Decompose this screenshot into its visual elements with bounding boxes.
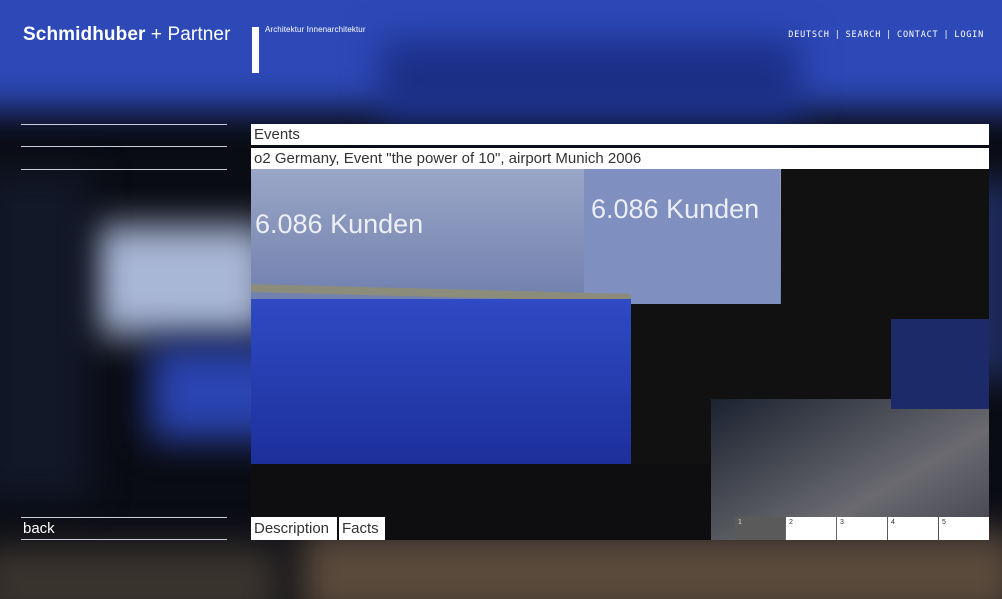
- nav-separator: |: [834, 30, 841, 40]
- logo-partner: Partner: [167, 24, 231, 45]
- tab-facts[interactable]: Facts: [339, 517, 385, 540]
- nav-deutsch[interactable]: DEUTSCH: [788, 30, 829, 40]
- screen-graphic: [584, 169, 780, 304]
- blue-cube-graphic: [251, 299, 631, 467]
- back-link[interactable]: back: [21, 517, 227, 540]
- logo-name: Schmidhuber: [23, 24, 146, 45]
- nav-separator: |: [886, 30, 893, 40]
- nav-login[interactable]: LOGIN: [954, 30, 984, 40]
- category-title: Events: [251, 124, 989, 145]
- page-3-button[interactable]: 3: [837, 517, 887, 540]
- photo-screen-text: 6.086 Kunden: [255, 209, 424, 239]
- site-logo[interactable]: Schmidhuber + Partner: [23, 24, 231, 46]
- page-5-button[interactable]: 5: [939, 517, 989, 540]
- nav-separator: |: [943, 30, 950, 40]
- page-1-button[interactable]: 1: [735, 517, 785, 540]
- tab-description[interactable]: Description: [251, 517, 337, 540]
- nav-contact[interactable]: CONTACT: [897, 30, 938, 40]
- left-divider: [21, 169, 227, 170]
- nav-search[interactable]: SEARCH: [846, 30, 882, 40]
- blue-wall-graphic: [891, 319, 989, 409]
- page-4-button[interactable]: 4: [888, 517, 938, 540]
- tagline: Architektur Innenarchitektur: [265, 25, 366, 34]
- project-title: o2 Germany, Event "the power of 10", air…: [251, 148, 989, 169]
- left-divider: [21, 124, 227, 125]
- top-navigation: DEUTSCH | SEARCH | CONTACT | LOGIN: [788, 30, 984, 40]
- image-pagination: 1 2 3 4 5: [735, 517, 990, 540]
- project-photo: 6.086 Kunden 6.086 Kunden: [251, 169, 989, 540]
- page-2-button[interactable]: 2: [786, 517, 836, 540]
- photo-screen-text: 6.086 Kunden: [591, 194, 760, 224]
- logo-plus: +: [145, 24, 168, 45]
- left-divider: [21, 146, 227, 147]
- header-divider-bar: [252, 27, 259, 73]
